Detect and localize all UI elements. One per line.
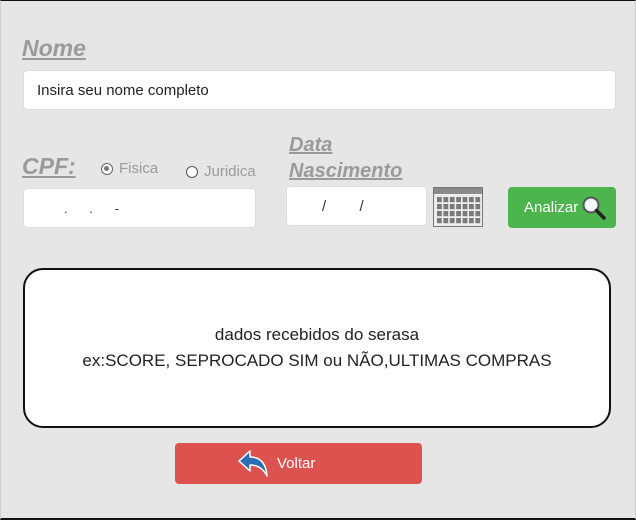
nome-input[interactable]: Insira seu nome completo bbox=[23, 70, 616, 110]
date-input-mask: / / bbox=[322, 197, 364, 215]
date-input[interactable]: / / bbox=[286, 186, 427, 226]
result-line1: dados recebidos do serasa bbox=[214, 325, 420, 344]
result-line2: ex:SCORE, SEPROCADO SIM ou NÃO,ULTIMAS C… bbox=[82, 351, 552, 370]
radio-juridica-circle[interactable] bbox=[186, 165, 198, 178]
back-button-label: Voltar bbox=[277, 455, 316, 472]
cpf-input[interactable]: . . - bbox=[23, 188, 256, 228]
nome-input-text: Insira seu nome completo bbox=[37, 81, 209, 99]
analyze-button[interactable]: Analizar bbox=[508, 187, 616, 228]
data-label-line1: Data bbox=[289, 134, 333, 156]
form-panel: Nome Insira seu nome completo CPF: Fisic… bbox=[0, 0, 636, 520]
nome-label: Nome bbox=[22, 35, 86, 61]
radio-juridica[interactable]: Juridica bbox=[186, 163, 256, 180]
radio-fisica-circle[interactable] bbox=[101, 162, 113, 175]
radio-fisica[interactable]: Fisica bbox=[101, 160, 158, 177]
back-button[interactable]: Voltar bbox=[175, 443, 422, 484]
analyze-button-label: Analizar bbox=[524, 199, 579, 216]
cpf-label: CPF: bbox=[22, 153, 76, 179]
radio-fisica-label: Fisica bbox=[119, 160, 159, 177]
undo-arrow-icon bbox=[235, 448, 271, 480]
magnifier-icon bbox=[581, 195, 607, 221]
result-box: dados recebidos do serasa ex:SCORE, SEPR… bbox=[23, 268, 611, 428]
cpf-input-mask: . . - bbox=[64, 200, 119, 216]
calendar-icon[interactable] bbox=[433, 187, 483, 227]
radio-juridica-label: Juridica bbox=[204, 163, 256, 180]
data-label-line2: Nascimento bbox=[289, 160, 403, 182]
